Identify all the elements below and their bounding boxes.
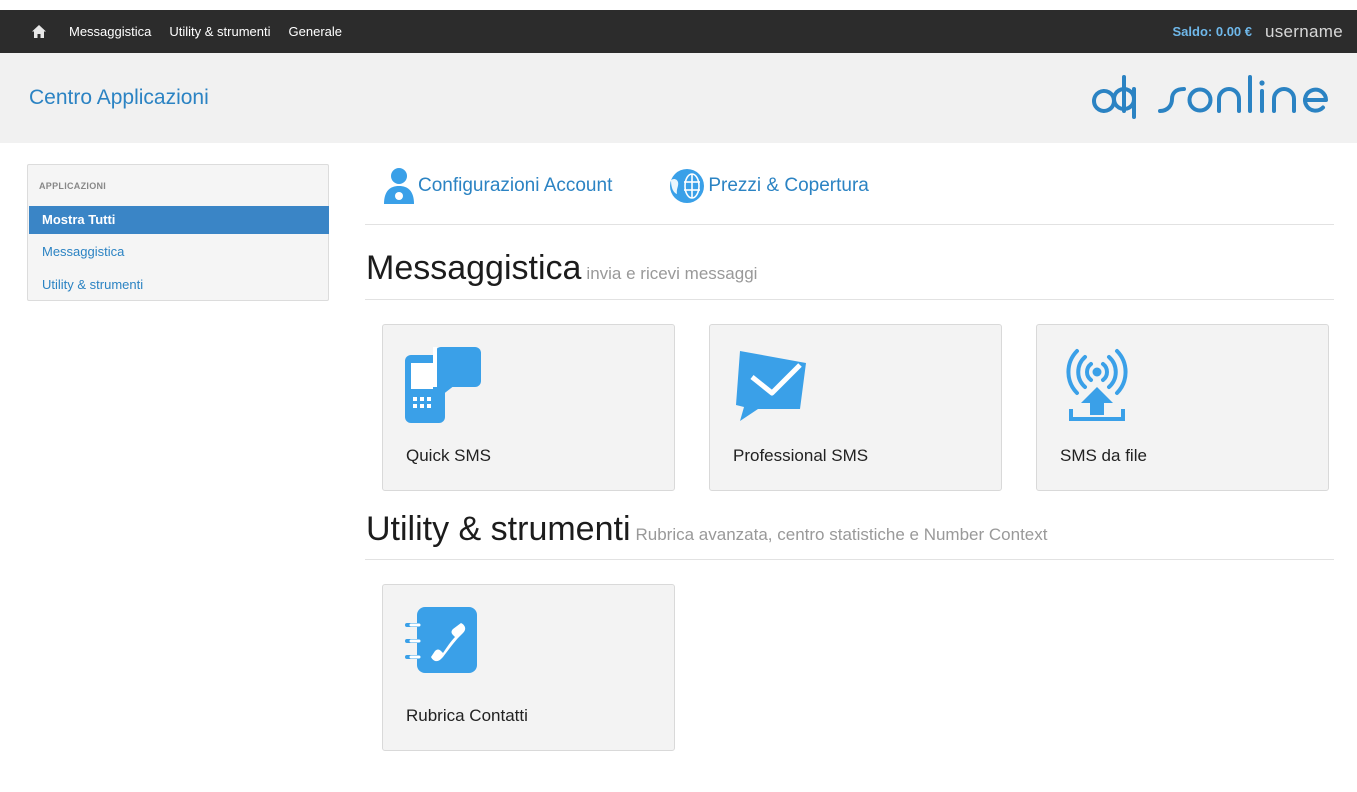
section-title-messaggistica: Messaggistica invia e ricevi messaggi bbox=[366, 249, 757, 288]
sidebar: APPLICAZIONI Mostra Tutti Messaggistica … bbox=[27, 164, 329, 301]
divider bbox=[365, 299, 1334, 300]
sidebar-item-utility-strumenti[interactable]: Utility & strumenti bbox=[29, 274, 329, 296]
section-heading: Messaggistica bbox=[366, 249, 582, 287]
sidebar-heading: APPLICAZIONI bbox=[39, 181, 107, 191]
page-title: Centro Applicazioni bbox=[29, 86, 209, 109]
home-icon[interactable] bbox=[29, 22, 49, 42]
sidebar-item-mostra-tutti[interactable]: Mostra Tutti bbox=[29, 206, 329, 234]
page-header: Centro Applicazioni dpsonline bbox=[0, 53, 1357, 143]
app-card-label: SMS da file bbox=[1060, 446, 1147, 465]
section-heading: Utility & strumenti bbox=[366, 510, 631, 548]
divider bbox=[365, 224, 1334, 225]
nav-messaggistica[interactable]: Messaggistica bbox=[69, 24, 151, 39]
sidebar-item-messaggistica[interactable]: Messaggistica bbox=[29, 241, 329, 263]
app-card-quick-sms[interactable]: Quick SMS bbox=[382, 324, 675, 491]
envelope-chat-icon bbox=[736, 351, 806, 421]
section-subtitle: Rubrica avanzata, centro statistiche e N… bbox=[635, 525, 1048, 544]
section-title-utility-strumenti: Utility & strumenti Rubrica avanzata, cen… bbox=[366, 510, 1047, 549]
app-card-rubrica-contatti[interactable]: Rubrica Contatti bbox=[382, 584, 675, 751]
app-card-label: Professional SMS bbox=[733, 446, 869, 465]
app-card-label: Rubrica Contatti bbox=[406, 706, 528, 725]
top-navbar: Messaggistica Utility & strumenti Genera… bbox=[0, 10, 1357, 53]
prezzi-copertura-link[interactable]: Prezzi & Copertura bbox=[668, 167, 869, 205]
globe-icon bbox=[670, 169, 705, 203]
app-card-professional-sms[interactable]: Professional SMS bbox=[709, 324, 1002, 491]
section-subtitle: invia e ricevi messaggi bbox=[586, 264, 758, 283]
configurazioni-account-label: Configurazioni Account bbox=[418, 175, 613, 196]
nav-generale[interactable]: Generale bbox=[289, 24, 342, 39]
user-icon bbox=[384, 168, 414, 204]
user-menu[interactable]: username bbox=[1265, 22, 1343, 42]
dpsonline-logo: dpsonline bbox=[1092, 75, 1328, 119]
quick-links: Configurazioni Account Prezzi & Copertur… bbox=[382, 166, 925, 206]
broadcast-upload-icon bbox=[1066, 349, 1128, 421]
nav-utility-strumenti[interactable]: Utility & strumenti bbox=[169, 24, 270, 39]
address-book-icon bbox=[405, 607, 477, 673]
divider bbox=[365, 559, 1334, 560]
app-card-label: Quick SMS bbox=[406, 446, 492, 465]
prezzi-copertura-label: Prezzi & Copertura bbox=[708, 175, 869, 196]
configurazioni-account-link[interactable]: Configurazioni Account bbox=[382, 167, 612, 205]
phone-chat-icon bbox=[405, 347, 481, 423]
app-card-sms-da-file[interactable]: SMS da file bbox=[1036, 324, 1329, 491]
balance-display: Saldo: 0.00 € bbox=[1172, 24, 1252, 39]
